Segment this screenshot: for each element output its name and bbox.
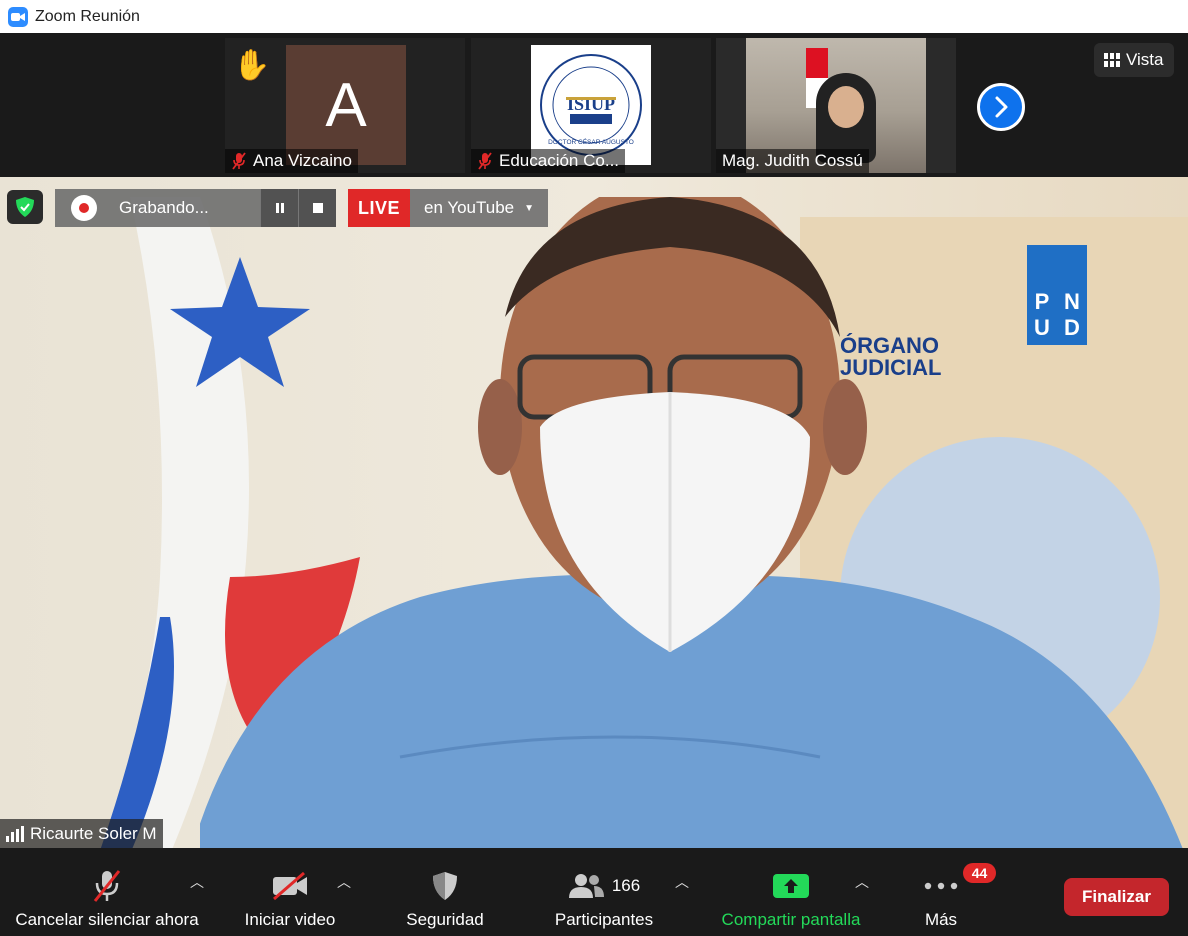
start-video-button[interactable]: Iniciar video [236,848,344,936]
pause-icon [275,203,284,213]
zoom-logo-icon [8,6,28,27]
participant-name-label: Ana Vizcaino [225,149,358,173]
participant-name-label: Educación Co... [471,149,626,173]
audio-options-caret[interactable]: ︿ [190,872,204,892]
muted-mic-icon [478,152,492,170]
grid-view-icon [1104,53,1120,67]
muted-mic-icon [92,866,122,906]
record-icon [71,195,97,221]
share-options-caret[interactable]: ︿ [855,872,869,892]
security-button[interactable]: Seguridad [395,848,495,936]
live-badge: LIVE [348,189,410,227]
video-off-icon [271,866,309,906]
view-button[interactable]: Vista [1094,43,1174,77]
signal-strength-icon [6,825,24,842]
chevron-right-icon [995,96,1008,118]
share-screen-icon [773,866,809,906]
next-page-button[interactable] [977,83,1025,131]
caret-down-icon: ▼ [524,202,535,214]
participants-count: 166 [611,876,641,895]
participant-tile-educacion[interactable]: ISIUP DOCTOR CÉSAR AUGUSTO Educación Co.… [471,38,711,173]
participants-icon [568,874,604,898]
more-dots-icon [924,866,958,906]
participant-tile-judith[interactable]: Mag. Judith Cossú [716,38,956,173]
end-meeting-button[interactable]: Finalizar [1064,878,1169,916]
recording-indicator: Grabando... [55,189,336,227]
speaker-figure [200,197,1183,848]
share-screen-button[interactable]: Compartir pantalla [708,848,874,936]
notification-badge: 44 [963,863,996,883]
raised-hand-icon: ✋ [233,49,271,82]
muted-mic-icon [232,152,246,170]
live-destination-dropdown[interactable]: en YouTube ▼ [410,189,548,227]
avatar: A [286,45,406,165]
thumbnail-strip: A ✋ Ana Vizcaino ISIUP DOCTOR CÉSAR AUGU… [0,33,1188,177]
svg-text:DOCTOR CÉSAR AUGUSTO: DOCTOR CÉSAR AUGUSTO [548,137,634,146]
window-title: Zoom Reunión [35,7,140,25]
stop-icon [312,203,323,213]
live-stream-indicator[interactable]: LIVE en YouTube ▼ [348,189,548,227]
mute-button[interactable]: Cancelar silenciar ahora [8,848,206,936]
pause-recording-button[interactable] [260,189,298,227]
meeting-toolbar: Cancelar silenciar ahora ︿ Iniciar video… [0,848,1188,936]
participant-tile-ana[interactable]: A ✋ Ana Vizcaino [225,38,465,173]
participant-face [828,86,864,128]
participants-button[interactable]: 166 Participantes [545,848,663,936]
participants-options-caret[interactable]: ︿ [675,872,689,892]
shield-icon [431,866,459,906]
more-button[interactable]: Más [915,848,967,936]
title-bar: Zoom Reunión [0,0,1188,33]
main-video: PN UD ÓRGANO JUDICIAL Ricaurte Soler M [0,177,1188,848]
video-options-caret[interactable]: ︿ [337,872,351,892]
security-shield-icon[interactable] [7,190,43,224]
active-speaker-label: Ricaurte Soler M [0,819,163,848]
isiup-logo: ISIUP DOCTOR CÉSAR AUGUSTO [531,45,651,165]
stop-recording-button[interactable] [298,189,336,227]
participant-name-label: Mag. Judith Cossú [716,149,869,173]
